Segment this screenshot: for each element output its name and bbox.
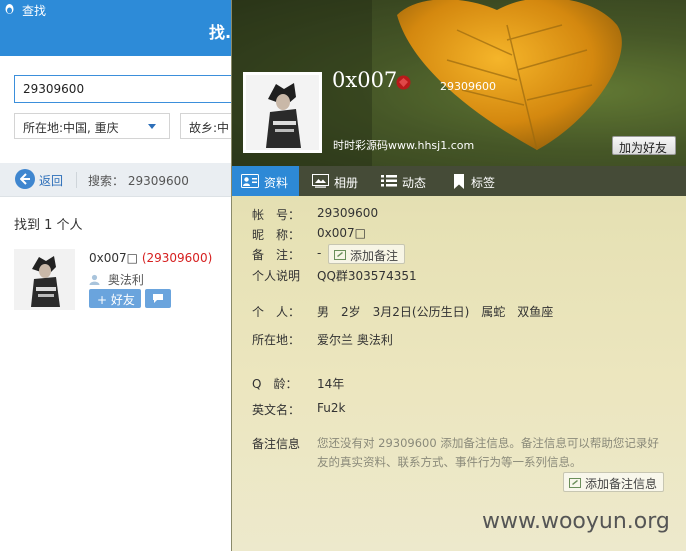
english-name-value: Fu2k <box>317 401 346 415</box>
bookmark-tag-icon <box>454 174 464 189</box>
red-vip-badge-icon <box>396 75 411 90</box>
profile-panel: 0x007 29309600 时时彩源码www.hhsj1.com 加为好友 资… <box>231 0 686 551</box>
profile-tabs: 资料 相册 动态 标签 <box>232 166 686 196</box>
watermark: www.wooyun.org <box>482 509 670 534</box>
message-button[interactable] <box>145 289 171 308</box>
add-friend-button[interactable]: 加为好友 <box>612 136 676 155</box>
feed-list-icon <box>381 175 397 187</box>
note-edit-icon <box>334 250 346 260</box>
account-value: 29309600 <box>317 206 379 220</box>
search-window: 查找 找. 29309600 所在地:中国, 重庆 故乡:中 返回 搜索： 29… <box>0 0 231 551</box>
add-note-info-label: 添加备注信息 <box>585 477 658 491</box>
result-location: 奥法利 <box>89 271 144 288</box>
profile-signature: 时时彩源码www.hhsj1.com <box>333 139 475 152</box>
tab-profile[interactable]: 资料 <box>232 166 299 196</box>
back-link[interactable]: 返回 <box>39 172 63 189</box>
result-location-text: 奥法利 <box>107 273 144 287</box>
tab-album[interactable]: 相册 <box>306 166 368 196</box>
qq-penguin-icon <box>5 4 14 14</box>
bio-label: 个人说明 <box>252 269 301 283</box>
tab-feed-label: 动态 <box>402 176 427 190</box>
chat-bubble-icon <box>153 294 163 303</box>
tab-find-person[interactable]: 找. <box>209 19 231 43</box>
location-select[interactable]: 所在地:中国, 重庆 <box>14 113 170 139</box>
result-count: 找到 1 个人 <box>14 218 83 233</box>
personal-value: 男 2岁 3月2日(公历生日) 属蛇 双鱼座 <box>317 305 554 319</box>
location-label: 所在地： <box>252 333 301 347</box>
profile-banner: 0x007 29309600 时时彩源码www.hhsj1.com 加为好友 <box>232 0 686 166</box>
result-nickname: 0x007□ <box>89 251 138 265</box>
result-navbar: 返回 搜索： 29309600 <box>0 163 231 197</box>
tab-tags-label: 标签 <box>471 176 496 190</box>
person-icon <box>89 274 100 285</box>
english-name-label: 英文名： <box>252 403 301 417</box>
qq-age-value: 14年 <box>317 377 345 391</box>
result-qq-number: (29309600) <box>141 251 213 265</box>
nickname-label: 昵 称： <box>252 228 301 242</box>
add-remark-label: 添加备注 <box>350 249 399 263</box>
add-friend-small-label: 好友 <box>110 293 135 307</box>
search-input[interactable]: 29309600 <box>14 75 231 103</box>
profile-qq-number: 29309600 <box>440 80 496 93</box>
window-title: 查找 <box>22 4 47 18</box>
note-info-text: 您还没有对 29309600 添加备注信息。备注信息可以帮助您记录好友的真实资料… <box>317 436 659 469</box>
avatar-photo-icon <box>246 75 319 150</box>
photo-album-icon <box>312 174 329 188</box>
plus-icon: + <box>97 293 108 307</box>
tab-album-label: 相册 <box>334 176 359 190</box>
bio-value: QQ群303574351 <box>317 269 417 283</box>
back-button[interactable] <box>15 169 35 189</box>
add-note-info-button[interactable]: 添加备注信息 <box>563 472 665 492</box>
hometown-select-label: 故乡:中 <box>189 121 230 135</box>
note-info-label: 备注信息 <box>252 437 301 451</box>
avatar-photo-icon <box>14 249 75 310</box>
add-friend-small-button[interactable]: + 好友 <box>89 289 141 308</box>
search-query-label: 搜索： 29309600 <box>88 174 189 188</box>
chevron-down-icon <box>148 124 156 129</box>
arrow-left-icon <box>20 173 30 185</box>
hometown-select[interactable]: 故乡:中 <box>180 113 231 139</box>
profile-nickname: 0x007 <box>332 68 398 92</box>
location-select-label: 所在地:中国, 重庆 <box>23 121 119 135</box>
personal-label: 个 人： <box>252 305 301 319</box>
note-edit-icon <box>569 478 581 488</box>
search-header: 查找 找. <box>0 0 231 56</box>
tab-profile-label: 资料 <box>264 176 289 190</box>
qq-age-label: Q 龄： <box>252 377 298 391</box>
nickname-value: 0x007□ <box>317 226 366 240</box>
divider <box>76 172 77 188</box>
result-avatar[interactable] <box>14 249 75 310</box>
profile-avatar[interactable] <box>243 72 322 153</box>
result-name[interactable]: 0x007□ (29309600) <box>89 251 212 265</box>
remark-label: 备 注： <box>252 248 301 262</box>
account-label: 帐 号： <box>252 208 301 222</box>
location-value: 爱尔兰 奥法利 <box>317 333 393 347</box>
remark-value: - <box>317 246 322 260</box>
profile-card-icon <box>241 174 259 188</box>
add-remark-button[interactable]: 添加备注 <box>328 244 406 264</box>
tab-feed[interactable]: 动态 <box>375 166 437 196</box>
tab-tags[interactable]: 标签 <box>447 166 509 196</box>
